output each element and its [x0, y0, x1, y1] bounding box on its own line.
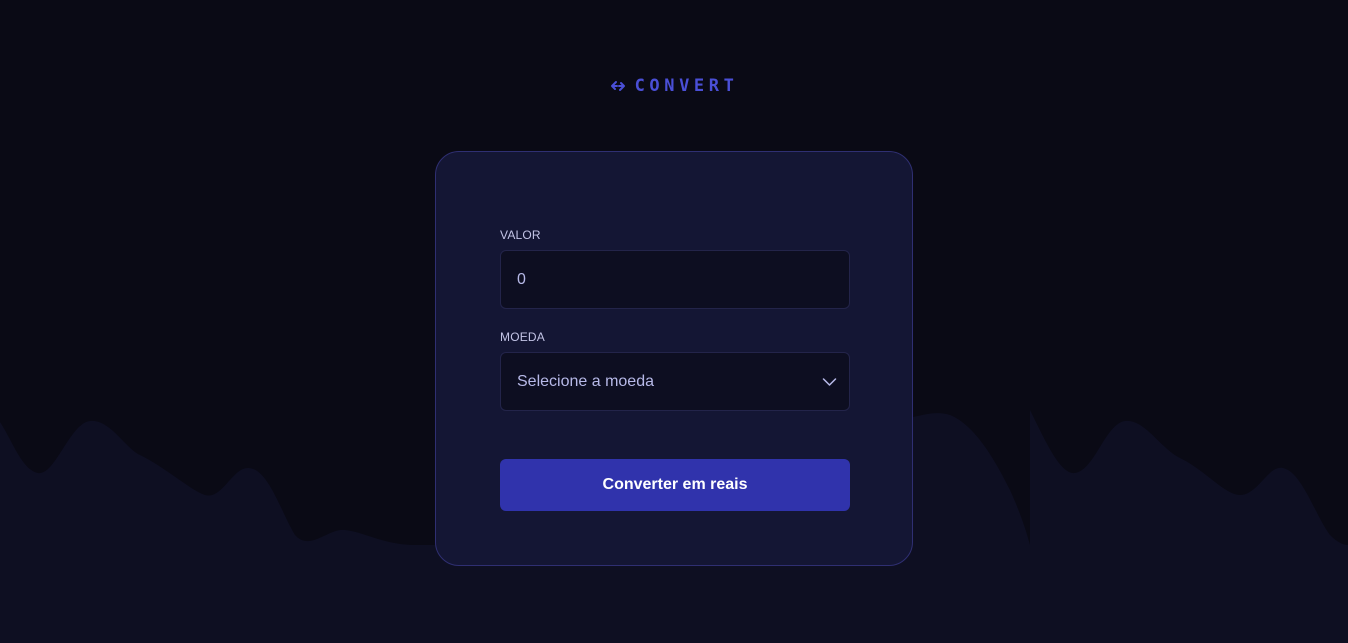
- amount-value: 0: [517, 271, 526, 288]
- background-wave-center: [900, 413, 1030, 545]
- converter-card: VALOR 0 MOEDA Selecione a moeda Converte…: [435, 151, 913, 566]
- brand-name: CONVERT: [634, 76, 739, 96]
- arrows-convert-icon: [610, 81, 625, 91]
- brand-logo: CONVERT: [0, 76, 1348, 96]
- amount-input[interactable]: 0: [500, 250, 850, 309]
- page-background: CONVERT VALOR 0 MOEDA Selecione a moeda …: [0, 0, 1348, 643]
- currency-select[interactable]: Selecione a moeda: [500, 352, 850, 411]
- convert-button[interactable]: Converter em reais: [500, 459, 850, 511]
- currency-selected-value: Selecione a moeda: [517, 373, 654, 390]
- chevron-down-icon: [822, 378, 837, 386]
- currency-label: MOEDA: [500, 330, 546, 344]
- amount-label: VALOR: [500, 228, 541, 242]
